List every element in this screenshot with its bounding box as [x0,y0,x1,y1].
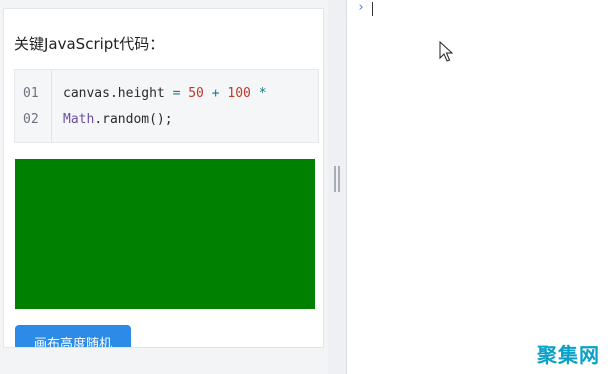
code-number: 50 [188,86,204,101]
splitter-grip-icon [334,166,340,192]
code-line-2: Math.random(); [63,112,173,127]
code-token: .random(); [94,112,173,127]
code-line-gutter: 01 02 [15,70,52,142]
code-operator: + [211,86,220,101]
code-line-1: canvas.height = 50 + 100 * [63,86,267,101]
code-number: 100 [227,86,251,101]
code-operator: * [258,86,267,101]
line-number: 02 [23,112,39,127]
mouse-pointer-icon [439,41,454,62]
code-block: 01 02 canvas.height = 50 + 100 * Math.ra… [14,69,319,143]
demo-canvas [15,159,315,309]
line-number: 01 [23,86,39,101]
watermark-logo: 聚集网 [537,343,600,367]
console-pane[interactable]: › 聚集网 [346,0,610,374]
code-operator: = [172,86,181,101]
code-token: canvas.height [63,86,173,101]
text-caret [372,2,373,16]
demo-card: 关键JavaScript代码： 01 02 canvas.height = 50… [3,8,324,348]
code-object: Math [63,112,95,127]
random-height-button[interactable]: 画布高度随机 [15,325,131,347]
demo-pane: 关键JavaScript代码： 01 02 canvas.height = 50… [0,0,328,374]
chevron-right-icon: › [357,0,365,15]
code-heading: 关键JavaScript代码： [14,35,165,53]
pane-splitter[interactable] [328,0,346,374]
